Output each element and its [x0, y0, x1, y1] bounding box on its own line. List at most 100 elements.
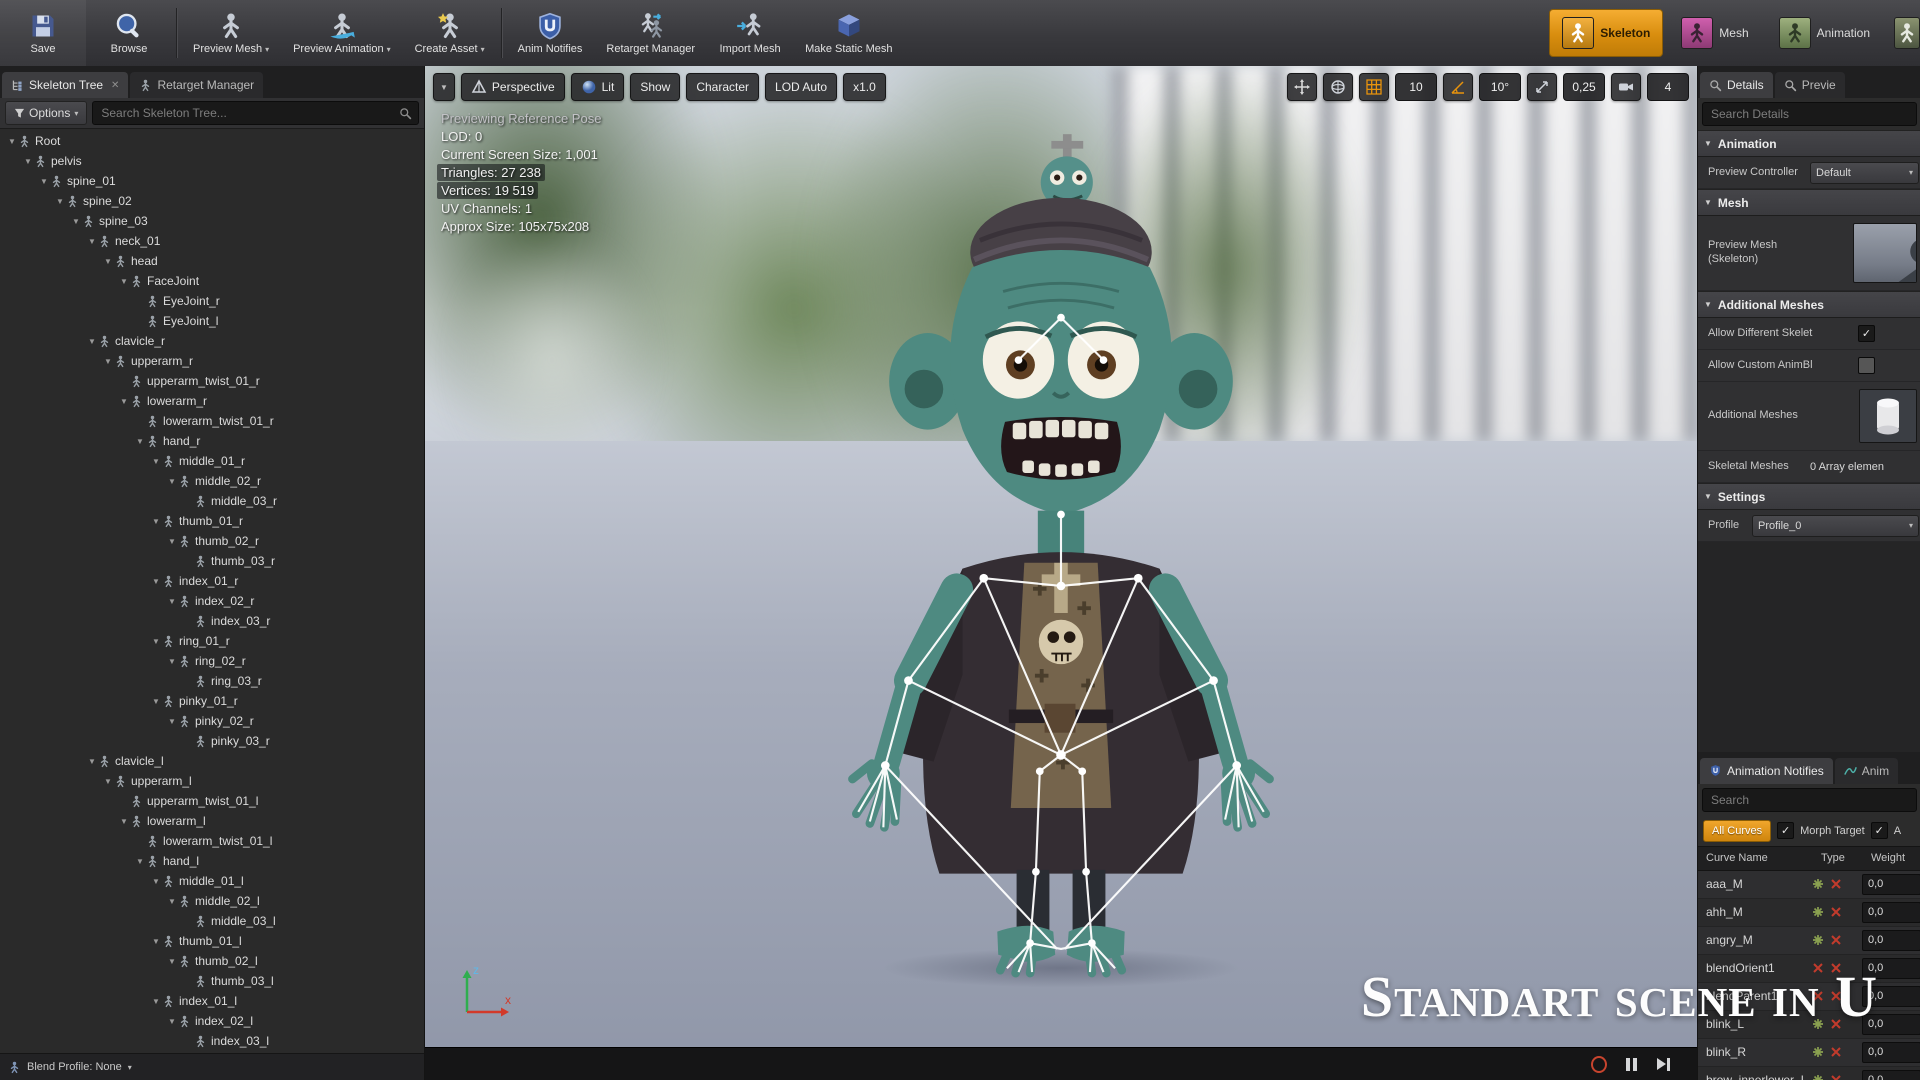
- bone-row[interactable]: ▼ clavicle_l: [0, 751, 424, 771]
- tab-retarget-manager[interactable]: Retarget Manager: [130, 72, 264, 98]
- a-filter-checkbox[interactable]: ✓: [1870, 822, 1888, 839]
- expand-arrow-icon[interactable]: ▼: [150, 637, 162, 646]
- bone-row[interactable]: ▼ thumb_01_r: [0, 511, 424, 531]
- lit-button[interactable]: Lit: [570, 73, 625, 101]
- curve-row[interactable]: blendParent1 0,0: [1698, 982, 1920, 1011]
- coordinate-system-button[interactable]: [1323, 73, 1353, 101]
- scale-snap-toggle[interactable]: [1527, 73, 1557, 101]
- material-off-icon[interactable]: [1830, 906, 1842, 918]
- lod-auto-button[interactable]: LOD Auto: [765, 73, 838, 101]
- expand-arrow-icon[interactable]: ▼: [166, 1017, 178, 1026]
- preview-mesh-thumbnail[interactable]: [1853, 223, 1917, 283]
- bone-row[interactable]: ▼ middle_03_r: [0, 491, 424, 511]
- expand-arrow-icon[interactable]: ▼: [166, 477, 178, 486]
- bone-row[interactable]: ▼ ring_01_r: [0, 631, 424, 651]
- expand-arrow-icon[interactable]: ▼: [166, 897, 178, 906]
- curves-search-input[interactable]: [1709, 791, 1910, 808]
- bone-row[interactable]: ▼ lowerarm_twist_01_r: [0, 411, 424, 431]
- bone-row[interactable]: ▼ EyeJoint_r: [0, 291, 424, 311]
- curve-weight-field[interactable]: 0,0: [1862, 1041, 1920, 1063]
- bone-row[interactable]: ▼ thumb_02_r: [0, 531, 424, 551]
- close-icon[interactable]: ✕: [111, 80, 119, 91]
- bone-row[interactable]: ▼ thumb_02_l: [0, 951, 424, 971]
- additional-meshes-thumbnail[interactable]: [1859, 389, 1917, 443]
- playback-speed-button[interactable]: x1.0: [843, 73, 886, 101]
- expand-arrow-icon[interactable]: ▼: [54, 197, 66, 206]
- expand-arrow-icon[interactable]: ▼: [166, 597, 178, 606]
- bone-row[interactable]: ▼ pinky_03_r: [0, 731, 424, 751]
- record-button[interactable]: [1591, 1055, 1607, 1073]
- bone-row[interactable]: ▼ pinky_01_r: [0, 691, 424, 711]
- anim-notifies-button[interactable]: Anim Notifies: [506, 0, 595, 66]
- curve-row[interactable]: blink_R 0,0: [1698, 1038, 1920, 1067]
- bone-row[interactable]: ▼ pinky_02_r: [0, 711, 424, 731]
- expand-arrow-icon[interactable]: ▼: [166, 537, 178, 546]
- curve-weight-field[interactable]: 0,0: [1862, 901, 1920, 923]
- step-forward-button[interactable]: [1655, 1056, 1671, 1072]
- material-off-icon[interactable]: [1830, 1046, 1842, 1058]
- curve-weight-field[interactable]: 0,0: [1862, 957, 1920, 979]
- 3d-viewport[interactable]: ▼ Perspective Lit Show Character LOD Aut…: [425, 66, 1697, 1080]
- details-search-input[interactable]: [1709, 106, 1910, 122]
- expand-arrow-icon[interactable]: ▼: [118, 397, 130, 406]
- tab-anim-curves[interactable]: Anim: [1834, 757, 1899, 784]
- morph-target-icon[interactable]: [1812, 878, 1824, 890]
- section-mesh[interactable]: ▼ Mesh: [1698, 189, 1920, 216]
- options-button[interactable]: Options ▾: [5, 101, 88, 125]
- bone-row[interactable]: ▼ thumb_01_l: [0, 931, 424, 951]
- morph-target-icon[interactable]: [1812, 934, 1824, 946]
- expand-arrow-icon[interactable]: ▼: [150, 517, 162, 526]
- curve-weight-field[interactable]: 0,0: [1862, 1069, 1920, 1080]
- save-button[interactable]: Save: [0, 0, 86, 66]
- bone-row[interactable]: ▼ lowerarm_twist_01_l: [0, 831, 424, 851]
- bone-row[interactable]: ▼ middle_03_l: [0, 911, 424, 931]
- bone-row[interactable]: ▼ index_02_r: [0, 591, 424, 611]
- bone-row[interactable]: ▼ lowerarm_l: [0, 811, 424, 831]
- all-curves-button[interactable]: All Curves: [1703, 819, 1772, 842]
- expand-arrow-icon[interactable]: ▼: [86, 757, 98, 766]
- viewport-options-button[interactable]: ▼: [433, 73, 455, 101]
- morph-target-icon[interactable]: [1812, 1046, 1824, 1058]
- curve-row[interactable]: aaa_M 0,0: [1698, 870, 1920, 899]
- bone-row[interactable]: ▼ index_01_l: [0, 991, 424, 1011]
- bone-row[interactable]: ▼ spine_03: [0, 211, 424, 231]
- tab-skeleton[interactable]: Skeleton: [1549, 9, 1664, 57]
- morph-target-icon[interactable]: [1812, 906, 1824, 918]
- curve-row[interactable]: angry_M 0,0: [1698, 926, 1920, 955]
- tab-partial[interactable]: [1888, 10, 1920, 56]
- tab-skeleton-tree[interactable]: Skeleton Tree ✕: [2, 72, 129, 98]
- tab-mesh[interactable]: Mesh: [1669, 10, 1760, 56]
- make-static-mesh-button[interactable]: Make Static Mesh: [793, 0, 904, 66]
- bone-row[interactable]: ▼ middle_01_r: [0, 451, 424, 471]
- bone-row[interactable]: ▼ thumb_03_l: [0, 971, 424, 991]
- morph-target-checkbox[interactable]: ✓: [1777, 822, 1795, 839]
- material-off-icon[interactable]: [1830, 878, 1842, 890]
- expand-arrow-icon[interactable]: ▼: [134, 437, 146, 446]
- expand-arrow-icon[interactable]: ▼: [102, 257, 114, 266]
- allow-different-skeleton-checkbox[interactable]: ✓: [1858, 325, 1875, 342]
- bone-row[interactable]: ▼ index_01_r: [0, 571, 424, 591]
- expand-arrow-icon[interactable]: ▼: [86, 337, 98, 346]
- pause-button[interactable]: [1623, 1056, 1639, 1072]
- expand-arrow-icon[interactable]: ▼: [118, 277, 130, 286]
- create-asset-button[interactable]: Create Asset ▾: [403, 0, 497, 66]
- character-button[interactable]: Character: [686, 73, 760, 101]
- expand-arrow-icon[interactable]: ▼: [150, 877, 162, 886]
- section-additional-meshes[interactable]: ▼ Additional Meshes: [1698, 291, 1920, 318]
- section-animation[interactable]: ▼ Animation: [1698, 130, 1920, 157]
- bone-row[interactable]: ▼ middle_01_l: [0, 871, 424, 891]
- import-mesh-button[interactable]: Import Mesh: [707, 0, 793, 66]
- expand-arrow-icon[interactable]: ▼: [150, 577, 162, 586]
- material-off-icon[interactable]: [1830, 990, 1842, 1002]
- rotation-snap-value[interactable]: 10°: [1479, 73, 1521, 101]
- curve-weight-field[interactable]: 0,0: [1862, 929, 1920, 951]
- scale-snap-value[interactable]: 0,25: [1563, 73, 1605, 101]
- preview-mesh-button[interactable]: Preview Mesh ▾: [181, 0, 281, 66]
- perspective-button[interactable]: Perspective: [460, 73, 565, 101]
- bone-row[interactable]: ▼ thumb_03_r: [0, 551, 424, 571]
- bone-row[interactable]: ▼ hand_l: [0, 851, 424, 871]
- curve-row[interactable]: brow_innerlower_L 0,0: [1698, 1067, 1920, 1080]
- expand-arrow-icon[interactable]: ▼: [38, 177, 50, 186]
- retarget-manager-button[interactable]: Retarget Manager: [594, 0, 707, 66]
- tab-details[interactable]: Details: [1700, 72, 1773, 98]
